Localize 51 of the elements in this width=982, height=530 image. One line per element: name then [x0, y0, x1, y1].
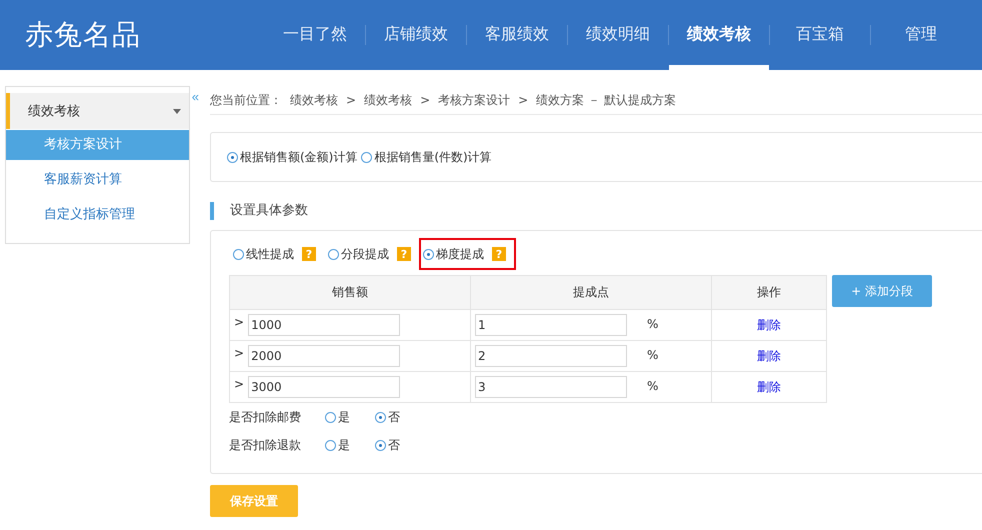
delete-link[interactable]: 删除 — [757, 348, 781, 362]
delete-link[interactable]: 删除 — [757, 318, 781, 332]
sidebar-group[interactable]: 绩效考核 — [6, 93, 189, 129]
column-header: 提成点 — [470, 276, 712, 310]
percent-sign: % — [647, 317, 658, 332]
rate-field[interactable]: 2 — [475, 345, 627, 367]
nav-tab[interactable]: 店铺绩效 — [366, 0, 466, 70]
radio-option[interactable]: 分段提成 — [328, 246, 389, 262]
nav-tab[interactable]: 管理 — [871, 0, 971, 70]
breadcrumb-separator: > — [346, 93, 356, 107]
nav-tab[interactable]: 绩效明细 — [568, 0, 668, 70]
column-header: 销售额 — [230, 276, 470, 310]
greater-than-sign: > — [234, 315, 244, 330]
nav-tab[interactable]: 百宝箱 — [770, 0, 870, 70]
option-label: 是否扣除退款 — [229, 436, 302, 454]
radio-option[interactable]: 线性提成 — [233, 246, 294, 262]
column-header: 操作 — [712, 276, 826, 310]
nav-tab[interactable]: 客服绩效 — [467, 0, 567, 70]
percent-sign: % — [647, 379, 658, 394]
breadcrumb-link[interactable]: 绩效考核 — [364, 92, 412, 108]
radio-option[interactable]: 否 — [375, 436, 425, 454]
amount-field[interactable]: 3000 — [248, 376, 400, 398]
group-label: 绩效考核 — [28, 103, 80, 120]
delete-link[interactable]: 删除 — [757, 380, 781, 394]
option-label: 是否扣除邮费 — [229, 408, 302, 426]
radio-option[interactable]: 梯度提成 — [423, 246, 484, 262]
sidebar-item[interactable]: 自定义指标管理 — [6, 200, 189, 230]
breadcrumb-label: 您当前位置： — [210, 92, 282, 108]
percent-sign: % — [647, 348, 658, 362]
caret-icon — [173, 108, 181, 114]
amount-field[interactable]: 2000 — [248, 345, 400, 367]
breadcrumb-link[interactable]: 绩效考核 — [290, 92, 338, 108]
radio-option[interactable]: 是 — [325, 436, 375, 454]
nav-tab[interactable]: 一目了然 — [265, 0, 365, 70]
greater-than-sign: > — [234, 346, 244, 360]
sidebar-item[interactable]: 客服薪资计算 — [6, 165, 189, 195]
rate-field[interactable]: 3 — [475, 376, 627, 398]
logo: 赤兔名品 — [25, 17, 142, 53]
section-title: 设置具体参数 — [210, 202, 982, 220]
breadcrumb-link[interactable]: 绩效方案 － 默认提成方案 — [536, 92, 676, 108]
radio-option[interactable]: 是 — [325, 408, 375, 426]
breadcrumb-separator: > — [518, 93, 528, 107]
rate-field[interactable]: 1 — [475, 314, 627, 336]
amount-field[interactable]: 1000 — [248, 314, 400, 336]
breadcrumb-link[interactable]: 考核方案设计 — [438, 92, 510, 108]
breadcrumb-separator: > — [420, 93, 430, 107]
nav-tab[interactable]: 绩效考核 — [669, 0, 769, 70]
greater-than-sign: > — [234, 377, 244, 392]
radio-option[interactable]: 根据销售额(金额)计算 — [227, 148, 358, 166]
radio-option[interactable]: 否 — [375, 408, 425, 426]
radio-option[interactable]: 根据销售量(件数)计算 — [361, 148, 492, 166]
